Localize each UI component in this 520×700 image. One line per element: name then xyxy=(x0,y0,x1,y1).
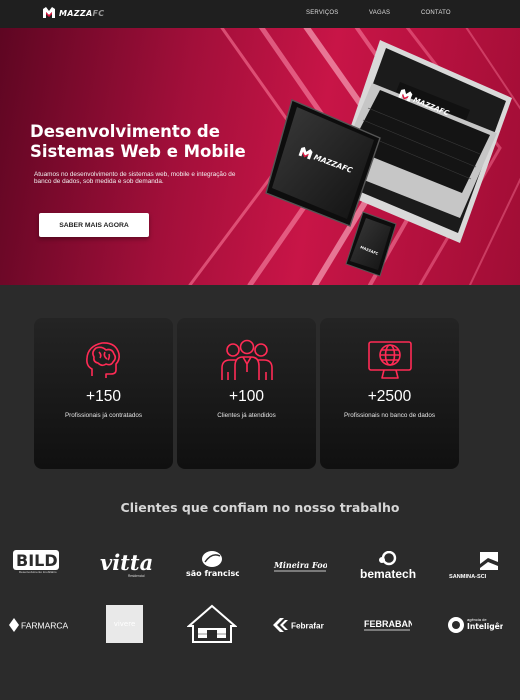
febraban-logo-icon: FEBRABAN xyxy=(364,619,412,631)
nav-link-contato[interactable]: CONTATO xyxy=(421,10,451,16)
svg-text:Febrafar: Febrafar xyxy=(291,622,325,631)
stat-value: +100 xyxy=(229,388,264,405)
client-logo-farmarcas: FARMARCAS xyxy=(8,617,68,633)
client-logo-sanmina: SANMINA-SCI xyxy=(449,552,499,580)
stat-card-professionals-hired: +150 Profissionais já contratados xyxy=(34,318,173,469)
nav-link-vagas[interactable]: VAGAS xyxy=(369,10,390,16)
client-logo-febraban: FEBRABAN xyxy=(364,617,412,633)
stat-label: Profissionais já contratados xyxy=(64,412,142,419)
brand-logo[interactable]: MAZZAFC xyxy=(42,6,104,20)
team-icon xyxy=(220,339,273,380)
hero-subtitle: Atuamos no desenvolvimento de sistemas w… xyxy=(34,171,236,185)
client-logo-sao-francisco: são francisco xyxy=(185,550,239,580)
globe-monitor-icon xyxy=(367,341,412,379)
client-logo-vivere: vivere xyxy=(106,605,143,643)
stat-value: +150 xyxy=(86,388,121,405)
nav-link-servicos[interactable]: SERVIÇOS xyxy=(306,10,339,16)
farmarcas-logo-icon: FARMARCAS xyxy=(9,618,68,632)
svg-text:BILD: BILD xyxy=(16,551,58,570)
sanmina-logo-icon: SANMINA-SCI xyxy=(449,552,498,580)
svg-text:Inteligência: Inteligência xyxy=(467,622,503,631)
svg-text:SANMINA-SCI: SANMINA-SCI xyxy=(449,574,487,580)
sao-francisco-logo-icon: são francisco xyxy=(186,551,239,578)
hero-banner: MAZZAFC MAZZAFC MAZZAFC Desenvolvimento … xyxy=(0,28,520,285)
page: MAZZAFC SERVIÇOS VAGAS CONTATO MAZZAFC M… xyxy=(0,0,520,700)
client-logo-house xyxy=(187,604,237,644)
client-logo-vitta: vitta Residencial xyxy=(100,550,154,579)
saber-mais-button[interactable]: SABER MAIS AGORA xyxy=(39,213,149,237)
stat-card-clients-served: +100 Clientes já atendidos xyxy=(177,318,316,469)
brain-icon xyxy=(85,342,120,378)
stat-card-database-professionals: +2500 Profissionais no banco de dados xyxy=(320,318,459,469)
top-navbar: MAZZAFC SERVIÇOS VAGAS CONTATO xyxy=(0,0,520,28)
bild-logo-icon: BILD xyxy=(13,550,59,570)
febrafar-logo-icon: Febrafar xyxy=(273,618,325,632)
svg-text:FARMARCAS: FARMARCAS xyxy=(21,621,68,631)
bematech-logo-icon: bematech xyxy=(360,551,416,581)
hero-title: Desenvolvimento de Sistemas Web e Mobile xyxy=(30,122,260,162)
mazza-logo-icon xyxy=(43,7,55,18)
client-logo-febrafar: Febrafar xyxy=(272,617,328,633)
vivere-wordmark: vivere xyxy=(106,605,143,643)
svg-text:FEBRABAN: FEBRABAN xyxy=(364,619,412,629)
hero-title-line-2: Sistemas Web e Mobile xyxy=(30,142,246,161)
house-logo-icon xyxy=(187,604,237,643)
inteligencia-logo-icon: agência de Inteligência xyxy=(448,617,503,633)
client-logo-bematech: bematech xyxy=(360,551,416,581)
client-logo-bild: BILD Desenvolvimento Imobiliário xyxy=(13,550,61,580)
brand-name: MAZZAFC xyxy=(59,8,105,18)
mineira-foods-logo-icon: Mineira Foods xyxy=(273,560,327,572)
vitta-wordmark: vitta xyxy=(100,550,154,575)
svg-text:bematech: bematech xyxy=(360,567,416,581)
svg-text:Mineira Foods: Mineira Foods xyxy=(273,560,327,570)
stat-value: +2500 xyxy=(367,388,412,405)
client-logo-inteligencia: agência de Inteligência xyxy=(447,614,503,636)
sao-francisco-text: são francisco xyxy=(186,569,239,578)
clients-section-title: Clientes que confiam no nosso trabalho xyxy=(120,500,400,515)
hero-title-line-1: Desenvolvimento de xyxy=(30,122,220,141)
bild-tagline: Desenvolvimento Imobiliário xyxy=(19,570,57,574)
stat-label: Profissionais no banco de dados xyxy=(343,412,436,419)
stat-label: Clientes já atendidos xyxy=(217,412,276,419)
client-logo-mineira-foods: Mineira Foods xyxy=(273,559,327,573)
